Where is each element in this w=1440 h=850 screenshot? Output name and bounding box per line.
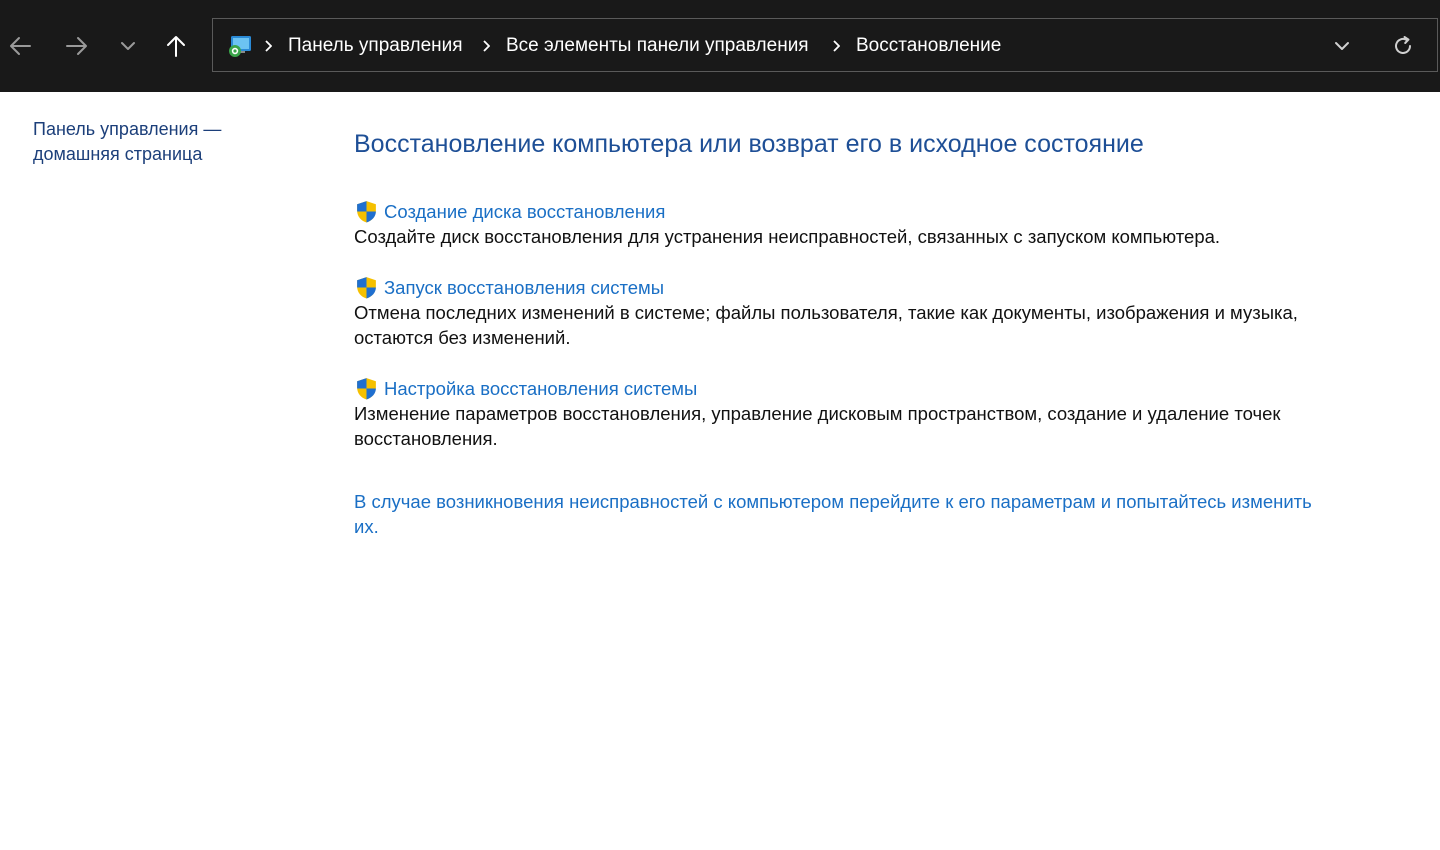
arrow-left-icon xyxy=(10,37,31,55)
task-description: Отмена последних изменений в системе; фа… xyxy=(354,302,1298,348)
address-bar[interactable]: Панель управления Все элементы панели уп… xyxy=(212,18,1438,72)
back-button[interactable] xyxy=(0,26,40,66)
breadcrumb-separator-icon[interactable] xyxy=(479,33,493,59)
up-button[interactable] xyxy=(156,26,196,66)
address-divider xyxy=(1371,19,1372,71)
chevron-down-icon xyxy=(121,42,135,50)
breadcrumb-separator-icon[interactable] xyxy=(261,33,275,59)
uac-shield-icon xyxy=(357,378,376,400)
configure-system-restore-link[interactable]: Настройка восстановления системы xyxy=(354,376,1314,401)
task-link-label[interactable]: Создание диска восстановления xyxy=(384,201,665,223)
refresh-icon xyxy=(1395,36,1411,54)
task-create-recovery-drive: Создание диска восстановления Создайте д… xyxy=(354,199,1314,249)
recent-locations-button[interactable] xyxy=(108,26,148,66)
open-system-restore-link[interactable]: Запуск восстановления системы xyxy=(354,275,1314,300)
task-configure-system-restore: Настройка восстановления системы Изменен… xyxy=(354,376,1314,451)
explorer-navigation-bar: Панель управления Все элементы панели уп… xyxy=(0,0,1440,92)
refresh-button[interactable] xyxy=(1389,32,1417,60)
create-recovery-drive-link[interactable]: Создание диска восстановления xyxy=(354,199,1314,224)
breadcrumb-all-items[interactable]: Все элементы панели управления xyxy=(506,33,809,59)
control-panel-home-link[interactable]: Панель управления — домашняя страница xyxy=(33,117,273,167)
control-panel-icon xyxy=(229,36,251,57)
task-open-system-restore: Запуск восстановления системы Отмена пос… xyxy=(354,275,1314,350)
breadcrumb-recovery[interactable]: Восстановление xyxy=(856,33,1001,59)
uac-shield-icon xyxy=(357,277,376,299)
breadcrumb-separator-icon[interactable] xyxy=(829,33,843,59)
forward-button[interactable] xyxy=(57,26,97,66)
task-description: Изменение параметров восстановления, упр… xyxy=(354,403,1281,449)
open-settings-link[interactable]: В случае возникновения неисправностей с … xyxy=(354,489,1314,539)
arrow-right-icon xyxy=(66,37,87,55)
arrow-up-icon xyxy=(167,36,185,57)
task-link-label[interactable]: Запуск восстановления системы xyxy=(384,277,664,299)
address-history-dropdown[interactable] xyxy=(1329,33,1355,59)
page-title: Восстановление компьютера или возврат ег… xyxy=(354,130,1144,158)
task-description: Создайте диск восстановления для устране… xyxy=(354,226,1221,247)
chevron-down-icon xyxy=(1335,42,1349,50)
uac-shield-icon xyxy=(357,201,376,223)
breadcrumb-control-panel[interactable]: Панель управления xyxy=(288,33,463,59)
task-link-label[interactable]: Настройка восстановления системы xyxy=(384,378,697,400)
